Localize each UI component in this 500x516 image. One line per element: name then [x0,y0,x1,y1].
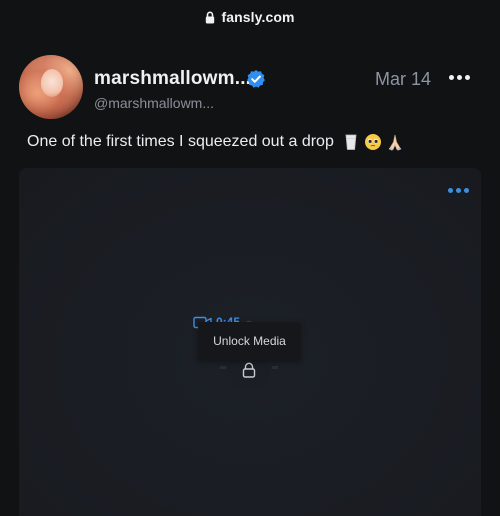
caption-text: One of the first times I squeezed out a … [27,133,334,150]
divider [272,366,278,369]
avatar-face [41,69,63,97]
fansly-post-page: fansly.com marshmallowm... @marshmallowm… [0,0,500,516]
url-text: fansly.com [221,9,295,25]
username-handle[interactable]: @marshmallowm... [94,95,214,111]
browser-url-bar[interactable]: fansly.com [0,0,500,34]
folded-hands-icon [386,133,404,151]
post-date[interactable]: Mar 14 [375,69,431,90]
pleading-face-icon [364,133,382,151]
unlock-media-tooltip: Unlock Media [198,322,301,360]
display-name[interactable]: marshmallowm... [94,68,251,90]
unlock-media-label: Unlock Media [213,334,286,348]
dot [464,188,469,193]
divider [220,366,226,369]
media-more-options-icon[interactable] [448,188,470,196]
dot [456,188,461,193]
more-options-icon[interactable] [449,73,473,83]
post-caption: One of the first times I squeezed out a … [27,133,404,151]
locked-media-card[interactable]: 0:45 Unlock Media [19,168,481,516]
url-lock-icon [205,11,215,24]
post-header: marshmallowm... @marshmallowm... Mar 14 [19,55,481,121]
avatar[interactable] [19,55,83,119]
verified-badge-icon [246,69,266,89]
dot [448,188,453,193]
dot [449,75,454,80]
dot [465,75,470,80]
caption-emojis [342,133,404,151]
dot [457,75,462,80]
milk-glass-icon [342,133,360,151]
